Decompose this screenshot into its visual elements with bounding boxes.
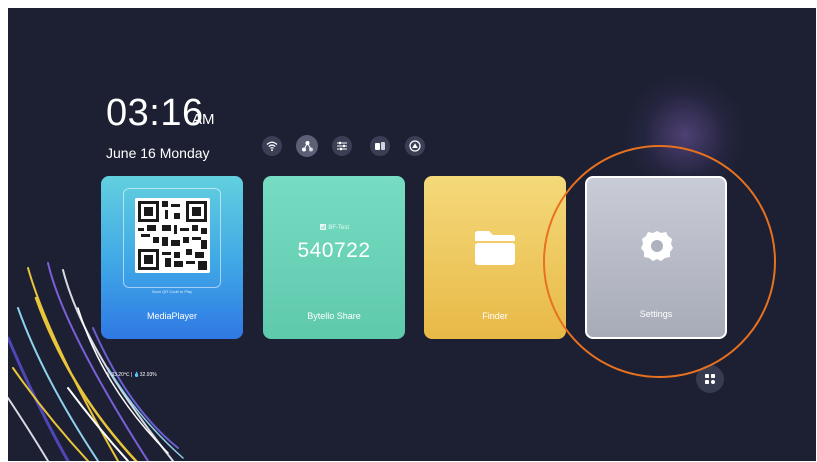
share-code: 540722 [297, 239, 371, 262]
mediaplayer-label: MediaPlayer [146, 311, 198, 321]
wifi-button[interactable] [262, 136, 282, 156]
qr-code-icon [135, 198, 210, 273]
share-wifi-name: BF-Test [328, 225, 349, 231]
wifi-small-icon: 📶︎ [319, 225, 327, 231]
apps-grid-icon [705, 374, 715, 384]
clock-ampm: AM [192, 111, 215, 128]
share-button[interactable] [296, 135, 318, 157]
clock-date: June 16 Monday [106, 145, 210, 161]
share-icon [301, 140, 313, 151]
adjust-button[interactable] [332, 136, 352, 156]
sliders-icon [337, 141, 347, 151]
annotation-highlight-circle [543, 145, 776, 378]
sensor-status: 🌡33.20℃ | 💧32.93% [105, 372, 157, 378]
home-screen: 03:16 AM June 16 Monday Scan QR Code to … [8, 8, 816, 461]
dual-screen-icon [375, 142, 385, 150]
qr-hint-text: Scan QR Code to Play [151, 289, 193, 294]
bytello-share-label: Bytello Share [307, 311, 361, 321]
finder-label: Finder [482, 311, 508, 321]
wifi-icon [266, 141, 278, 152]
bytello-share-card[interactable]: 📶︎ BF-Test 540722 Bytello Share [263, 176, 405, 339]
clock-time: 03:16 [106, 92, 204, 134]
eco-button[interactable] [405, 136, 425, 156]
triangle-app-icon [409, 140, 421, 152]
share-wifi-line: 📶︎ BF-Test [263, 224, 405, 231]
folder-icon [475, 231, 515, 265]
dual-screen-button[interactable] [370, 136, 390, 156]
mediaplayer-card[interactable]: Scan QR Code to Play MediaPlayer [101, 176, 243, 339]
